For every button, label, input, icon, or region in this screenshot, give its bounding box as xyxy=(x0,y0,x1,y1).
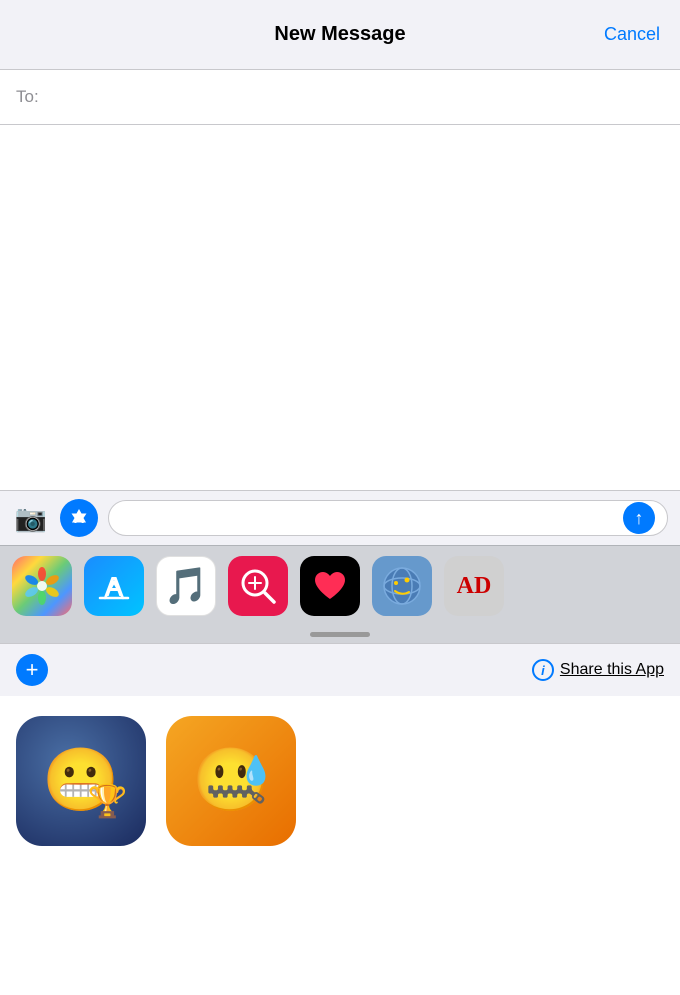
message-input-wrapper: ↑ xyxy=(108,500,668,536)
sweat-icon: 💧 xyxy=(239,754,274,787)
plus-button[interactable]: + xyxy=(16,654,48,686)
globe-icon xyxy=(381,565,423,607)
app-icon-heart[interactable] xyxy=(300,556,360,616)
app-strip: A 🎵 xyxy=(0,545,680,626)
camera-icon: 📷 xyxy=(15,503,47,534)
header-title: New Message xyxy=(274,23,405,46)
scroll-pill xyxy=(310,632,370,637)
message-area[interactable] xyxy=(0,125,680,490)
svg-text:A: A xyxy=(74,510,84,526)
info-icon[interactable]: i xyxy=(532,659,554,681)
bottom-bar: + i Share this App xyxy=(0,643,680,696)
heart-icon xyxy=(311,567,349,605)
send-button[interactable]: ↑ xyxy=(623,502,655,534)
share-this-app-label[interactable]: Share this App xyxy=(560,661,664,679)
cancel-button[interactable]: Cancel xyxy=(604,24,660,45)
share-app-area[interactable]: i Share this App xyxy=(532,659,664,681)
camera-button[interactable]: 📷 xyxy=(12,499,50,537)
to-field: To: xyxy=(0,70,680,125)
app-store-small-button[interactable]: A xyxy=(60,499,98,537)
web-search-icon xyxy=(238,566,278,606)
music-icon: 🎵 xyxy=(164,565,209,607)
header: New Message Cancel xyxy=(0,0,680,70)
appstore-icon: A xyxy=(96,568,132,604)
app-icon-appstore[interactable]: A xyxy=(84,556,144,616)
plus-icon: + xyxy=(26,659,39,681)
send-icon: ↑ xyxy=(635,509,644,527)
app-icon-web-search[interactable] xyxy=(228,556,288,616)
to-input[interactable] xyxy=(47,87,664,107)
to-label: To: xyxy=(16,87,39,107)
app-icon-music[interactable]: 🎵 xyxy=(156,556,216,616)
emoji-section: 😬 🏆 🤐 💧 xyxy=(0,696,680,866)
app-store-small-icon: A xyxy=(68,507,90,529)
photos-icon xyxy=(20,564,64,608)
app-icon-photos[interactable] xyxy=(12,556,72,616)
emoji-app-trophy[interactable]: 😬 🏆 xyxy=(16,716,146,846)
ad-icon: AD xyxy=(457,573,492,600)
input-bar: 📷 A ↑ xyxy=(0,490,680,545)
emoji-app-nervous[interactable]: 🤐 💧 xyxy=(166,716,296,846)
trophy-icon: 🏆 xyxy=(88,782,128,820)
app-icon-ad[interactable]: AD xyxy=(444,556,504,616)
app-icon-globe[interactable] xyxy=(372,556,432,616)
message-input[interactable] xyxy=(121,509,623,527)
scroll-indicator xyxy=(0,626,680,643)
